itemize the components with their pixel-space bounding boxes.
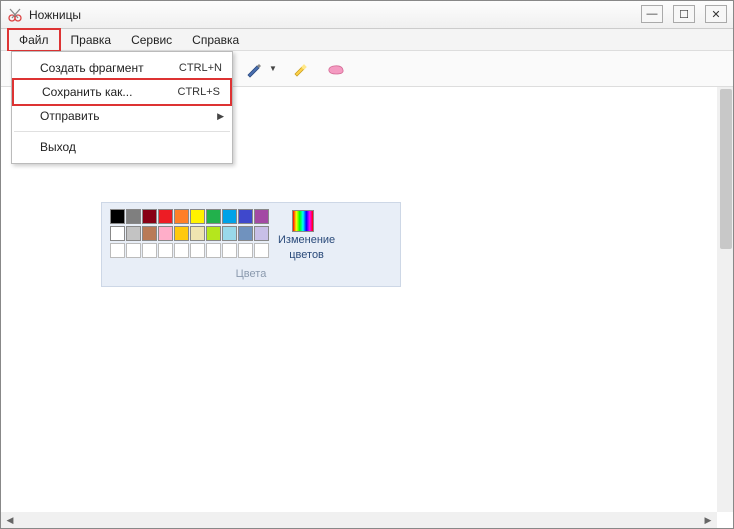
swatch-row-2 (110, 226, 270, 241)
color-swatches (110, 209, 270, 262)
menu-item-shortcut: CTRL+N (179, 62, 222, 74)
vertical-scrollbar-thumb[interactable] (720, 89, 732, 249)
window-controls: ― ☐ ✕ (641, 5, 727, 23)
menu-item-shortcut: CTRL+S (178, 86, 221, 98)
color-swatch[interactable] (254, 226, 269, 241)
color-swatch[interactable] (238, 209, 253, 224)
custom-color-slot[interactable] (222, 243, 237, 258)
edit-colors-label-2: цветов (278, 249, 335, 262)
color-swatch[interactable] (174, 226, 189, 241)
color-swatch[interactable] (206, 209, 221, 224)
file-dropdown-menu: Создать фрагмент CTRL+N Сохранить как...… (11, 51, 233, 164)
menu-tools[interactable]: Сервис (121, 30, 182, 50)
color-swatch[interactable] (222, 209, 237, 224)
rainbow-icon (292, 210, 314, 232)
eraser-tool-button[interactable] (323, 56, 349, 82)
chevron-down-icon[interactable]: ▼ (269, 64, 277, 73)
color-swatch[interactable] (142, 209, 157, 224)
menu-item-label: Создать фрагмент (40, 61, 144, 75)
custom-color-slot[interactable] (126, 243, 141, 258)
custom-color-slot[interactable] (190, 243, 205, 258)
menu-item-save-as[interactable]: Сохранить как... CTRL+S (12, 78, 232, 106)
color-swatch[interactable] (190, 209, 205, 224)
custom-color-slot[interactable] (174, 243, 189, 258)
color-swatch[interactable] (222, 226, 237, 241)
menu-file[interactable]: Файл (7, 28, 61, 52)
color-swatch[interactable] (174, 209, 189, 224)
color-swatch[interactable] (206, 226, 221, 241)
color-swatch[interactable] (238, 226, 253, 241)
custom-color-slot[interactable] (142, 243, 157, 258)
color-swatch[interactable] (254, 209, 269, 224)
color-swatch[interactable] (110, 209, 125, 224)
close-button[interactable]: ✕ (705, 5, 727, 23)
titlebar: Ножницы ― ☐ ✕ (1, 1, 733, 29)
color-swatch[interactable] (142, 226, 157, 241)
color-swatch[interactable] (126, 226, 141, 241)
edit-colors-label-1: Изменение (278, 234, 335, 247)
menu-item-new-snip[interactable]: Создать фрагмент CTRL+N (12, 56, 232, 80)
menu-separator (14, 131, 230, 132)
scroll-right-arrow-icon[interactable]: ▶ (701, 514, 715, 526)
color-panel: Изменение цветов Цвета (101, 202, 401, 287)
window-title: Ножницы (29, 8, 81, 22)
custom-color-slot[interactable] (254, 243, 269, 258)
minimize-button[interactable]: ― (641, 5, 663, 23)
menubar: Файл Правка Сервис Справка (1, 29, 733, 51)
color-swatch[interactable] (158, 226, 173, 241)
custom-color-slot[interactable] (206, 243, 221, 258)
menu-edit[interactable]: Правка (61, 30, 122, 50)
menu-item-label: Отправить (40, 109, 100, 123)
app-icon (7, 7, 23, 23)
scroll-left-arrow-icon[interactable]: ◀ (3, 514, 17, 526)
color-swatch[interactable] (110, 226, 125, 241)
highlighter-tool-button[interactable] (287, 56, 313, 82)
menu-item-label: Сохранить как... (42, 85, 132, 99)
edit-colors-button[interactable]: Изменение цветов (278, 209, 335, 262)
horizontal-scrollbar[interactable]: ◀ ▶ (1, 512, 717, 528)
chevron-right-icon: ▶ (217, 111, 224, 122)
menu-item-label: Выход (40, 140, 76, 154)
color-swatch[interactable] (190, 226, 205, 241)
color-panel-caption: Цвета (110, 268, 392, 282)
custom-color-slot[interactable] (110, 243, 125, 258)
menu-item-exit[interactable]: Выход (12, 135, 232, 159)
swatch-row-1 (110, 209, 270, 224)
custom-color-slot[interactable] (238, 243, 253, 258)
color-swatch[interactable] (158, 209, 173, 224)
color-swatch[interactable] (126, 209, 141, 224)
vertical-scrollbar[interactable] (717, 87, 733, 512)
menu-help[interactable]: Справка (182, 30, 249, 50)
maximize-button[interactable]: ☐ (673, 5, 695, 23)
menu-item-send[interactable]: Отправить ▶ (12, 104, 232, 128)
custom-color-slot[interactable] (158, 243, 173, 258)
swatch-row-custom (110, 243, 270, 258)
pen-tool-button[interactable] (241, 56, 267, 82)
